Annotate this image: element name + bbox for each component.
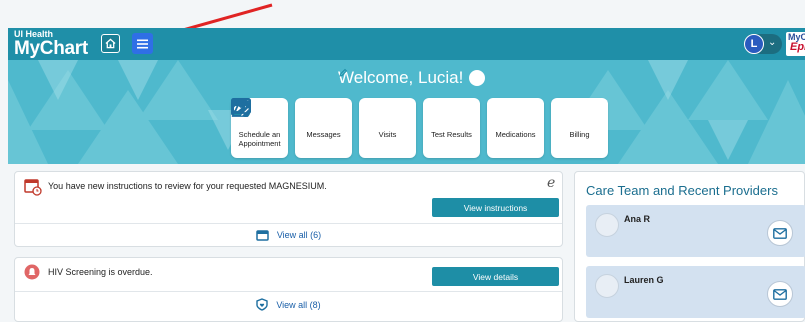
view-all-link[interactable]: View all (8) [15,298,562,311]
health-reminder-card: HIV Screening is overdue. View details V… [14,257,563,322]
view-all-link[interactable]: View all (6) [15,229,562,241]
provider-name: Ana R [624,214,651,224]
envelope-icon [773,288,787,300]
provider-card[interactable]: Lauren G [586,266,805,318]
home-button[interactable] [101,34,120,53]
tile-messages[interactable]: Messages [231,98,352,158]
care-team-panel: Care Team and Recent Providers Ana R Lau… [574,171,805,322]
edit-pencil-icon[interactable] [339,68,486,86]
message-provider-button[interactable] [767,220,793,246]
chevron-down-icon: ⌄ [768,37,777,48]
tile-label: Medications [495,130,536,139]
tile-label: Messages [306,130,341,139]
quick-action-tiles: Schedule an Appointment Messages Visits … [231,98,608,158]
view-details-button[interactable]: View details [432,267,559,286]
external-e-icon: e [547,175,556,191]
tile-label: Test Results [431,130,472,139]
tile-label: Schedule an Appointment [238,130,281,148]
divider [15,223,562,224]
view-instructions-button[interactable]: View instructions [432,198,559,217]
home-icon [105,38,116,49]
tile-test-results[interactable]: Test Results [231,98,480,158]
brand-title: MyChart [14,38,88,59]
calendar-clock-icon [24,178,42,201]
welcome-text: Welcome, Lucia! [338,68,464,87]
calendar-icon [256,230,269,241]
reminder-message: HIV Screening is overdue. [48,267,153,277]
welcome-banner: Welcome, Lucia! Schedule an Appointment … [8,60,805,164]
tile-label: Visits [378,130,397,139]
menu-button[interactable] [132,33,153,54]
instructions-message: You have new instructions to review for … [48,181,327,191]
mychart-logo[interactable]: UI Health MyChart [14,30,88,59]
message-provider-button[interactable] [767,281,793,307]
instructions-card: You have new instructions to review for … [14,171,563,247]
provider-avatar [595,274,619,298]
epic-logo-bottom: Epi [790,41,805,53]
view-all-text: View all (6) [276,230,322,240]
tile-medications[interactable]: Medications [231,98,544,158]
shield-heart-icon [256,298,269,311]
alert-bell-icon [24,264,40,285]
hamburger-menu-icon [137,39,148,48]
provider-card[interactable]: Ana R [586,205,805,257]
user-account-menu[interactable]: L ⌄ [744,34,782,54]
provider-avatar [595,213,619,237]
top-navigation-bar: UI Health MyChart L ⌄ MyCh Epi [8,28,805,60]
welcome-heading: Welcome, Lucia! [338,68,486,88]
tile-label: Billing [569,130,590,139]
view-all-text: View all (8) [276,299,321,310]
tile-visits[interactable]: Visits [231,98,416,158]
tile-billing[interactable]: Billing [231,98,608,158]
epic-logo: MyCh Epi [786,32,805,56]
envelope-icon [773,227,787,239]
care-team-title: Care Team and Recent Providers [586,183,778,198]
divider [15,291,562,292]
user-avatar: L [744,34,764,54]
provider-name: Lauren G [624,275,664,285]
